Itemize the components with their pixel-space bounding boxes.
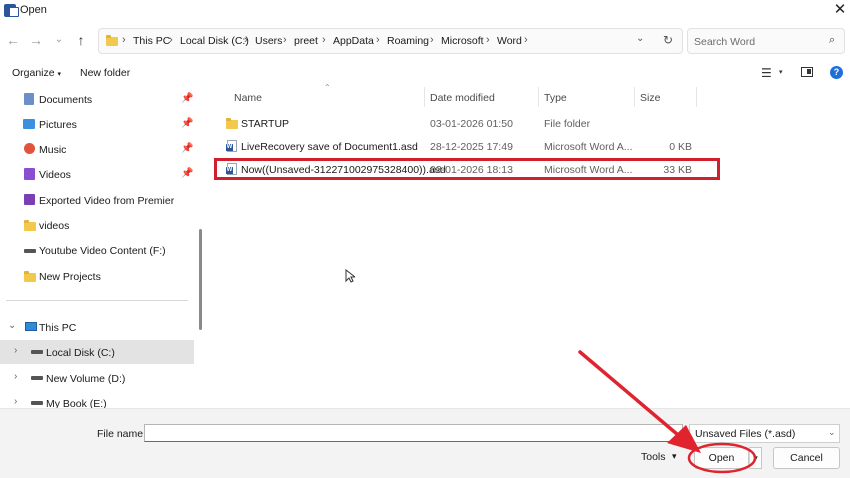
annotation-arrow [578,350,757,474]
open-button-circle [687,442,757,474]
